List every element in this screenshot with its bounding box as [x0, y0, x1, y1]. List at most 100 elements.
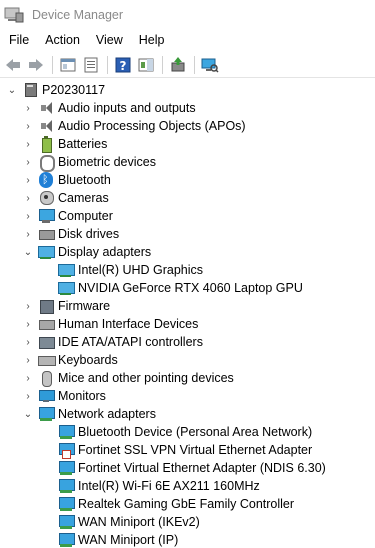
monitor-icon — [38, 388, 55, 404]
tree-device-fortinet-virtual[interactable]: Fortinet Virtual Ethernet Adapter (NDIS … — [54, 459, 326, 477]
tree-device-intel-uhd[interactable]: Intel(R) UHD Graphics — [54, 261, 203, 279]
tree-item-hid[interactable]: › Human Interface Devices — [22, 315, 198, 333]
window-title: Device Manager — [32, 8, 124, 22]
toolbar-separator — [107, 55, 108, 74]
expand-chevron-icon[interactable]: › — [22, 333, 34, 351]
expand-chevron-icon[interactable]: › — [22, 225, 34, 243]
tree-item-batteries[interactable]: › Batteries — [22, 135, 107, 153]
tree-device-bt-pan[interactable]: Bluetooth Device (Personal Area Network) — [54, 423, 312, 441]
tree-item-cameras[interactable]: › Cameras — [22, 189, 109, 207]
tree-item-label: Mice and other pointing devices — [58, 371, 234, 385]
network-adapter-icon — [58, 424, 75, 440]
forward-icon[interactable] — [26, 55, 46, 75]
pc-icon — [22, 82, 38, 98]
expand-chevron-icon[interactable]: › — [22, 189, 34, 207]
tree-item-monitors[interactable]: › Monitors — [22, 387, 106, 405]
tree-device-fortinet-ssl[interactable]: Fortinet SSL VPN Virtual Ethernet Adapte… — [54, 441, 312, 459]
tree-item-bluetooth[interactable]: › Bluetooth — [22, 171, 111, 189]
tree-item-label: IDE ATA/ATAPI controllers — [58, 335, 203, 349]
tree-item-label: Disk drives — [58, 227, 120, 241]
tree-item-label: Firmware — [58, 299, 111, 313]
tree-item-apo[interactable]: › Audio Processing Objects (APOs) — [22, 117, 246, 135]
expand-chevron-icon[interactable]: › — [22, 153, 34, 171]
tree-item-label: Network adapters — [58, 407, 156, 421]
menu-help[interactable]: Help — [131, 30, 173, 50]
tree-item-label: Display adapters — [58, 245, 152, 259]
display-adapter-icon — [58, 280, 75, 296]
menu-file[interactable]: File — [0, 30, 37, 50]
expand-chevron-icon[interactable]: › — [22, 387, 34, 405]
fingerprint-icon — [38, 154, 55, 172]
tree-item-label: Monitors — [58, 389, 106, 403]
tree-item-firmware[interactable]: › Firmware — [22, 297, 110, 315]
expand-chevron-icon[interactable]: › — [22, 207, 34, 225]
tree-view-icon[interactable] — [58, 55, 78, 75]
bluetooth-icon — [38, 172, 54, 188]
battery-icon — [38, 136, 54, 153]
scan-hardware-icon[interactable] — [200, 55, 220, 75]
expand-chevron-icon[interactable]: › — [22, 99, 34, 117]
tree-item-label: Cameras — [58, 191, 109, 205]
tree-device-nvidia[interactable]: NVIDIA GeForce RTX 4060 Laptop GPU — [54, 279, 303, 297]
tree-item-label: Human Interface Devices — [58, 317, 199, 331]
tree-item-label: Computer — [58, 209, 113, 223]
expand-chevron-icon[interactable]: › — [22, 351, 34, 369]
camera-icon — [38, 190, 54, 206]
tree-item-audio-io[interactable]: › Audio inputs and outputs — [22, 99, 195, 117]
keyboard-icon — [38, 352, 56, 368]
network-adapter-icon — [58, 496, 75, 512]
tree-item-label: Keyboards — [58, 353, 118, 367]
tree-device-intel-wifi[interactable]: Intel(R) Wi-Fi 6E AX211 160MHz — [54, 477, 260, 495]
expand-chevron-icon[interactable]: › — [22, 171, 34, 189]
collapse-chevron-icon[interactable]: ⌄ — [6, 81, 18, 99]
menu-action[interactable]: Action — [37, 30, 88, 50]
tree-device-realtek[interactable]: Realtek Gaming GbE Family Controller — [54, 495, 294, 513]
tree-item-label: Audio Processing Objects (APOs) — [58, 119, 246, 133]
expand-chevron-icon[interactable]: › — [22, 117, 34, 135]
tree-item-mice[interactable]: › Mice and other pointing devices — [22, 369, 234, 387]
device-label: WAN Miniport (IKEv2) — [78, 515, 200, 529]
tree-item-biometric[interactable]: › Biometric devices — [22, 153, 156, 172]
speaker-icon — [38, 100, 54, 116]
expand-chevron-icon[interactable]: › — [22, 297, 34, 315]
ide-icon — [38, 334, 55, 350]
expand-chevron-icon[interactable]: › — [22, 315, 34, 333]
update-driver-icon[interactable] — [168, 55, 188, 75]
device-tree: ⌄ P20230117 › Audio inputs and outputs ›… — [0, 81, 375, 548]
toolbar-separator — [52, 55, 53, 74]
device-label: Fortinet Virtual Ethernet Adapter (NDIS … — [78, 461, 326, 475]
collapse-chevron-icon[interactable]: ⌄ — [22, 243, 34, 261]
device-label: Intel(R) Wi-Fi 6E AX211 160MHz — [78, 479, 260, 493]
tree-item-disk-drives[interactable]: › Disk drives — [22, 225, 119, 243]
hid-icon — [38, 316, 55, 332]
network-adapter-icon — [58, 532, 75, 548]
device-label: Bluetooth Device (Personal Area Network) — [78, 425, 313, 439]
menu-view[interactable]: View — [88, 30, 131, 50]
tree-device-wan-ip[interactable]: WAN Miniport (IP) — [54, 531, 178, 548]
tree-item-display-adapters[interactable]: ⌄ Display adapters — [22, 243, 151, 261]
back-icon[interactable] — [3, 55, 23, 75]
display-adapter-icon — [38, 244, 55, 260]
title-bar: Device Manager — [0, 0, 375, 30]
device-manager-app-icon — [4, 7, 24, 23]
tree-device-wan-ikev2[interactable]: WAN Miniport (IKEv2) — [54, 513, 200, 531]
help-icon[interactable]: ? — [113, 55, 133, 75]
tree-item-computer[interactable]: › Computer — [22, 207, 113, 225]
expand-chevron-icon[interactable]: › — [22, 369, 34, 387]
tree-item-ide[interactable]: › IDE ATA/ATAPI controllers — [22, 333, 203, 351]
device-label: WAN Miniport (IP) — [78, 533, 179, 547]
display-adapter-icon — [58, 262, 75, 278]
tree-root[interactable]: ⌄ P20230117 — [6, 81, 105, 99]
device-label: Realtek Gaming GbE Family Controller — [78, 497, 295, 511]
device-label: Fortinet SSL VPN Virtual Ethernet Adapte… — [78, 443, 313, 457]
firmware-icon — [38, 298, 54, 314]
properties-icon[interactable] — [81, 55, 101, 75]
tree-item-network-adapters[interactable]: ⌄ Network adapters — [22, 405, 156, 423]
device-label: Intel(R) UHD Graphics — [78, 263, 204, 277]
collapse-chevron-icon[interactable]: ⌄ — [22, 405, 34, 423]
expand-chevron-icon[interactable]: › — [22, 135, 34, 153]
disk-icon — [38, 226, 55, 242]
action-pane-icon[interactable] — [136, 55, 156, 75]
network-adapter-icon — [58, 514, 75, 530]
tree-item-keyboards[interactable]: › Keyboards — [22, 351, 118, 369]
